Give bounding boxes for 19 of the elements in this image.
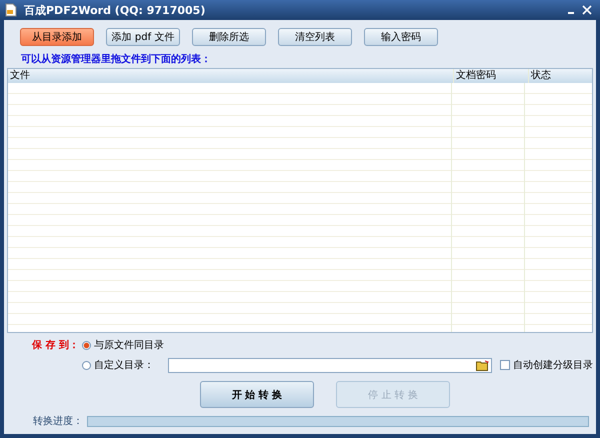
radio-option[interactable]: 与原文件同目录 bbox=[82, 338, 164, 352]
toolbar-button[interactable]: 从目录添加 bbox=[20, 28, 94, 46]
action-button[interactable]: 开 始 转 换 bbox=[200, 381, 314, 408]
file-list[interactable]: 文件 文档密码 状态 bbox=[7, 68, 593, 333]
document-icon bbox=[4, 3, 18, 17]
close-button[interactable] bbox=[582, 5, 592, 15]
save-label: 保 存 到： bbox=[32, 338, 80, 352]
window-title: 百成PDF2Word (QQ: 9717005) bbox=[24, 2, 206, 18]
toolbar-button[interactable]: 添加 pdf 文件 bbox=[106, 28, 180, 46]
radio-option[interactable]: 自定义目录： bbox=[82, 358, 154, 372]
folder-icon bbox=[476, 360, 489, 370]
toolbar-button[interactable]: 输入密码 bbox=[364, 28, 438, 46]
checkbox-option[interactable]: 自动创建分级目录 bbox=[500, 358, 593, 372]
toolbar-button[interactable]: 清空列表 bbox=[278, 28, 352, 46]
directory-field[interactable] bbox=[168, 358, 492, 372]
hint-text: 可以从资源管理器里拖文件到下面的列表： bbox=[21, 52, 212, 66]
progress-label: 转换进度： bbox=[33, 414, 83, 428]
toolbar-button[interactable]: 删除所选 bbox=[192, 28, 266, 46]
column-header[interactable]: 文件 bbox=[8, 69, 453, 83]
